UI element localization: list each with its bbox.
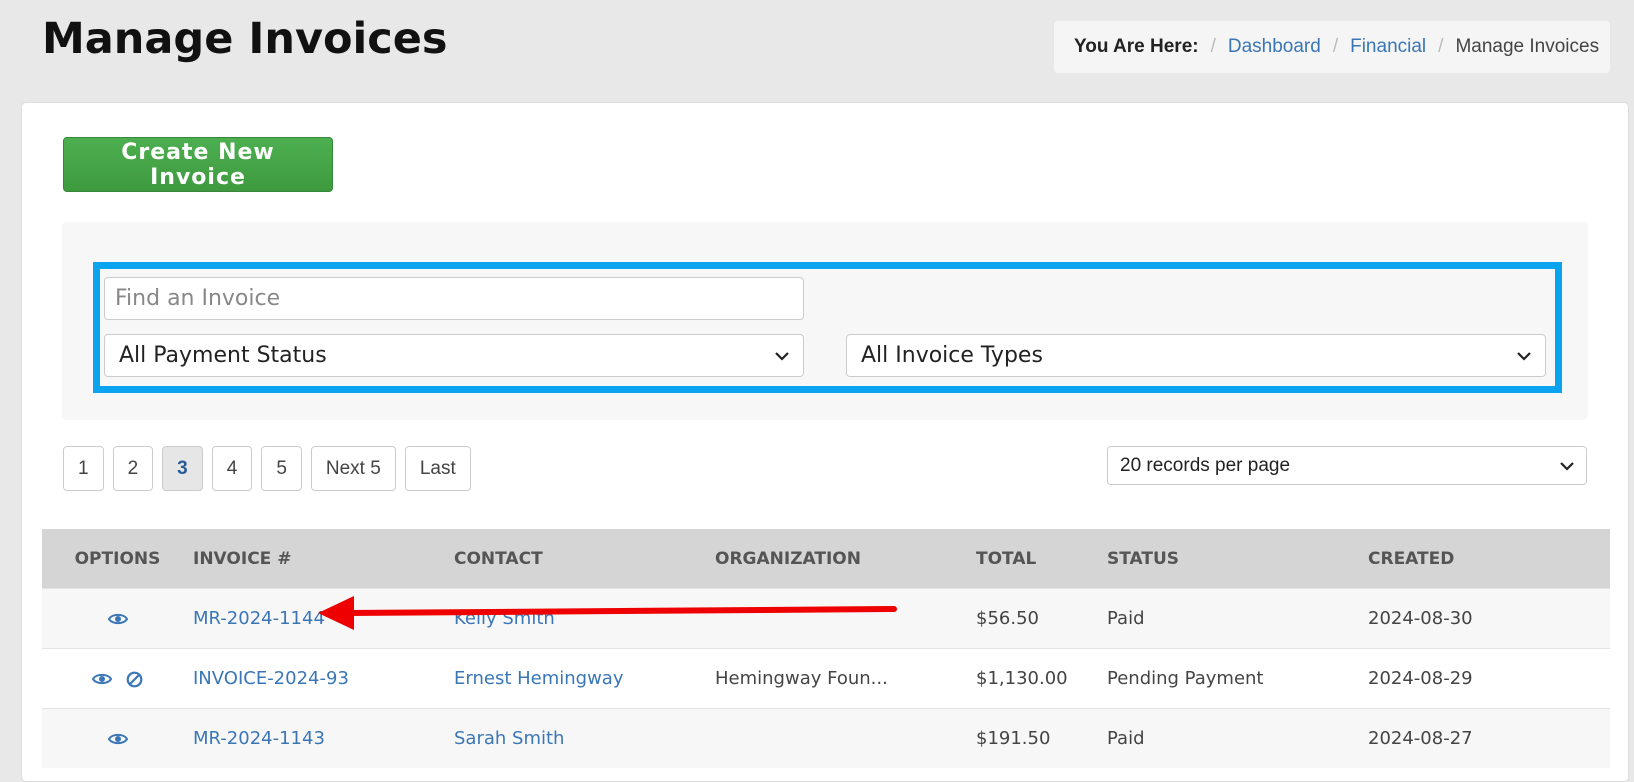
invoice-link[interactable]: MR-2024-1144 bbox=[193, 608, 325, 629]
breadcrumb-separator: / bbox=[1438, 36, 1444, 57]
column-header-organization[interactable]: ORGANIZATION bbox=[715, 529, 976, 589]
table-row: MR-2024-1144 Kelly Smith $56.50 Paid 202… bbox=[42, 588, 1610, 649]
contact-link[interactable]: Kelly Smith bbox=[454, 608, 555, 629]
column-header-total[interactable]: TOTAL bbox=[976, 529, 1107, 589]
invoice-type-select[interactable]: All Invoice Types bbox=[846, 334, 1546, 377]
breadcrumb-link-financial[interactable]: Financial bbox=[1350, 36, 1426, 58]
invoice-search-input[interactable] bbox=[104, 277, 804, 320]
row-options bbox=[42, 708, 193, 768]
records-per-page-select[interactable]: 20 records per page bbox=[1107, 446, 1587, 485]
organization-cell: Hemingway Foun... bbox=[715, 648, 976, 709]
invoice-link[interactable]: MR-2024-1143 bbox=[193, 728, 325, 749]
chevron-down-icon bbox=[1517, 351, 1531, 361]
page-button-1[interactable]: 1 bbox=[63, 446, 104, 491]
breadcrumb-current: Manage Invoices bbox=[1455, 36, 1600, 57]
pagination: 1 2 3 4 5 Next 5 Last bbox=[63, 446, 480, 491]
organization-cell bbox=[715, 708, 976, 768]
table-row: INVOICE-2024-93 Ernest Hemingway Hemingw… bbox=[42, 648, 1610, 709]
status-cell: Pending Payment bbox=[1107, 648, 1368, 709]
invoice-table: OPTIONS INVOICE # CONTACT ORGANIZATION T… bbox=[42, 529, 1610, 768]
created-cell: 2024-08-27 bbox=[1368, 708, 1610, 768]
page-button-4[interactable]: 4 bbox=[211, 446, 253, 491]
status-cell: Paid bbox=[1107, 708, 1368, 768]
payment-status-value: All Payment Status bbox=[119, 343, 327, 368]
column-header-status[interactable]: STATUS bbox=[1107, 529, 1368, 589]
status-cell: Paid bbox=[1107, 588, 1368, 649]
invoice-link[interactable]: INVOICE-2024-93 bbox=[193, 668, 349, 689]
row-options bbox=[42, 648, 193, 709]
chevron-down-icon bbox=[775, 351, 789, 361]
records-per-page-value: 20 records per page bbox=[1120, 454, 1291, 476]
organization-cell bbox=[715, 588, 976, 649]
breadcrumb-separator: / bbox=[1332, 36, 1339, 57]
created-cell: 2024-08-30 bbox=[1368, 588, 1610, 649]
contact-link[interactable]: Sarah Smith bbox=[454, 728, 564, 749]
contact-link[interactable]: Ernest Hemingway bbox=[454, 668, 623, 689]
void-ban-icon[interactable] bbox=[126, 671, 143, 688]
column-header-contact[interactable]: CONTACT bbox=[454, 529, 715, 589]
page-button-3-active[interactable]: 3 bbox=[162, 446, 203, 491]
last-page-button[interactable]: Last bbox=[404, 446, 471, 491]
breadcrumb-separator: / bbox=[1210, 36, 1216, 57]
column-header-invoice[interactable]: INVOICE # bbox=[193, 529, 454, 589]
chevron-down-icon bbox=[1560, 461, 1574, 471]
page-title: Manage Invoices bbox=[42, 14, 448, 64]
total-cell: $56.50 bbox=[976, 588, 1107, 649]
view-eye-icon[interactable] bbox=[107, 612, 128, 626]
column-header-options: OPTIONS bbox=[42, 529, 193, 589]
breadcrumb-lead: You Are Here: bbox=[1074, 36, 1199, 57]
breadcrumb-link-dashboard[interactable]: Dashboard bbox=[1228, 36, 1321, 58]
column-header-created[interactable]: CREATED bbox=[1368, 529, 1610, 589]
created-cell: 2024-08-29 bbox=[1368, 648, 1610, 709]
page-button-2[interactable]: 2 bbox=[112, 446, 154, 491]
row-options bbox=[42, 588, 193, 649]
view-eye-icon[interactable] bbox=[92, 672, 113, 686]
page-button-5[interactable]: 5 bbox=[261, 446, 302, 491]
total-cell: $191.50 bbox=[976, 708, 1107, 768]
create-invoice-button[interactable]: Create New Invoice bbox=[63, 137, 333, 192]
table-row: MR-2024-1143 Sarah Smith $191.50 Paid 20… bbox=[42, 708, 1610, 768]
payment-status-select[interactable]: All Payment Status bbox=[104, 334, 804, 377]
invoice-type-value: All Invoice Types bbox=[861, 343, 1043, 368]
total-cell: $1,130.00 bbox=[976, 648, 1107, 709]
table-header-row: OPTIONS INVOICE # CONTACT ORGANIZATION T… bbox=[42, 529, 1610, 589]
view-eye-icon[interactable] bbox=[107, 732, 128, 746]
breadcrumb: You Are Here: / Dashboard / Financial / … bbox=[1054, 21, 1610, 73]
next-pages-button[interactable]: Next 5 bbox=[310, 446, 396, 491]
